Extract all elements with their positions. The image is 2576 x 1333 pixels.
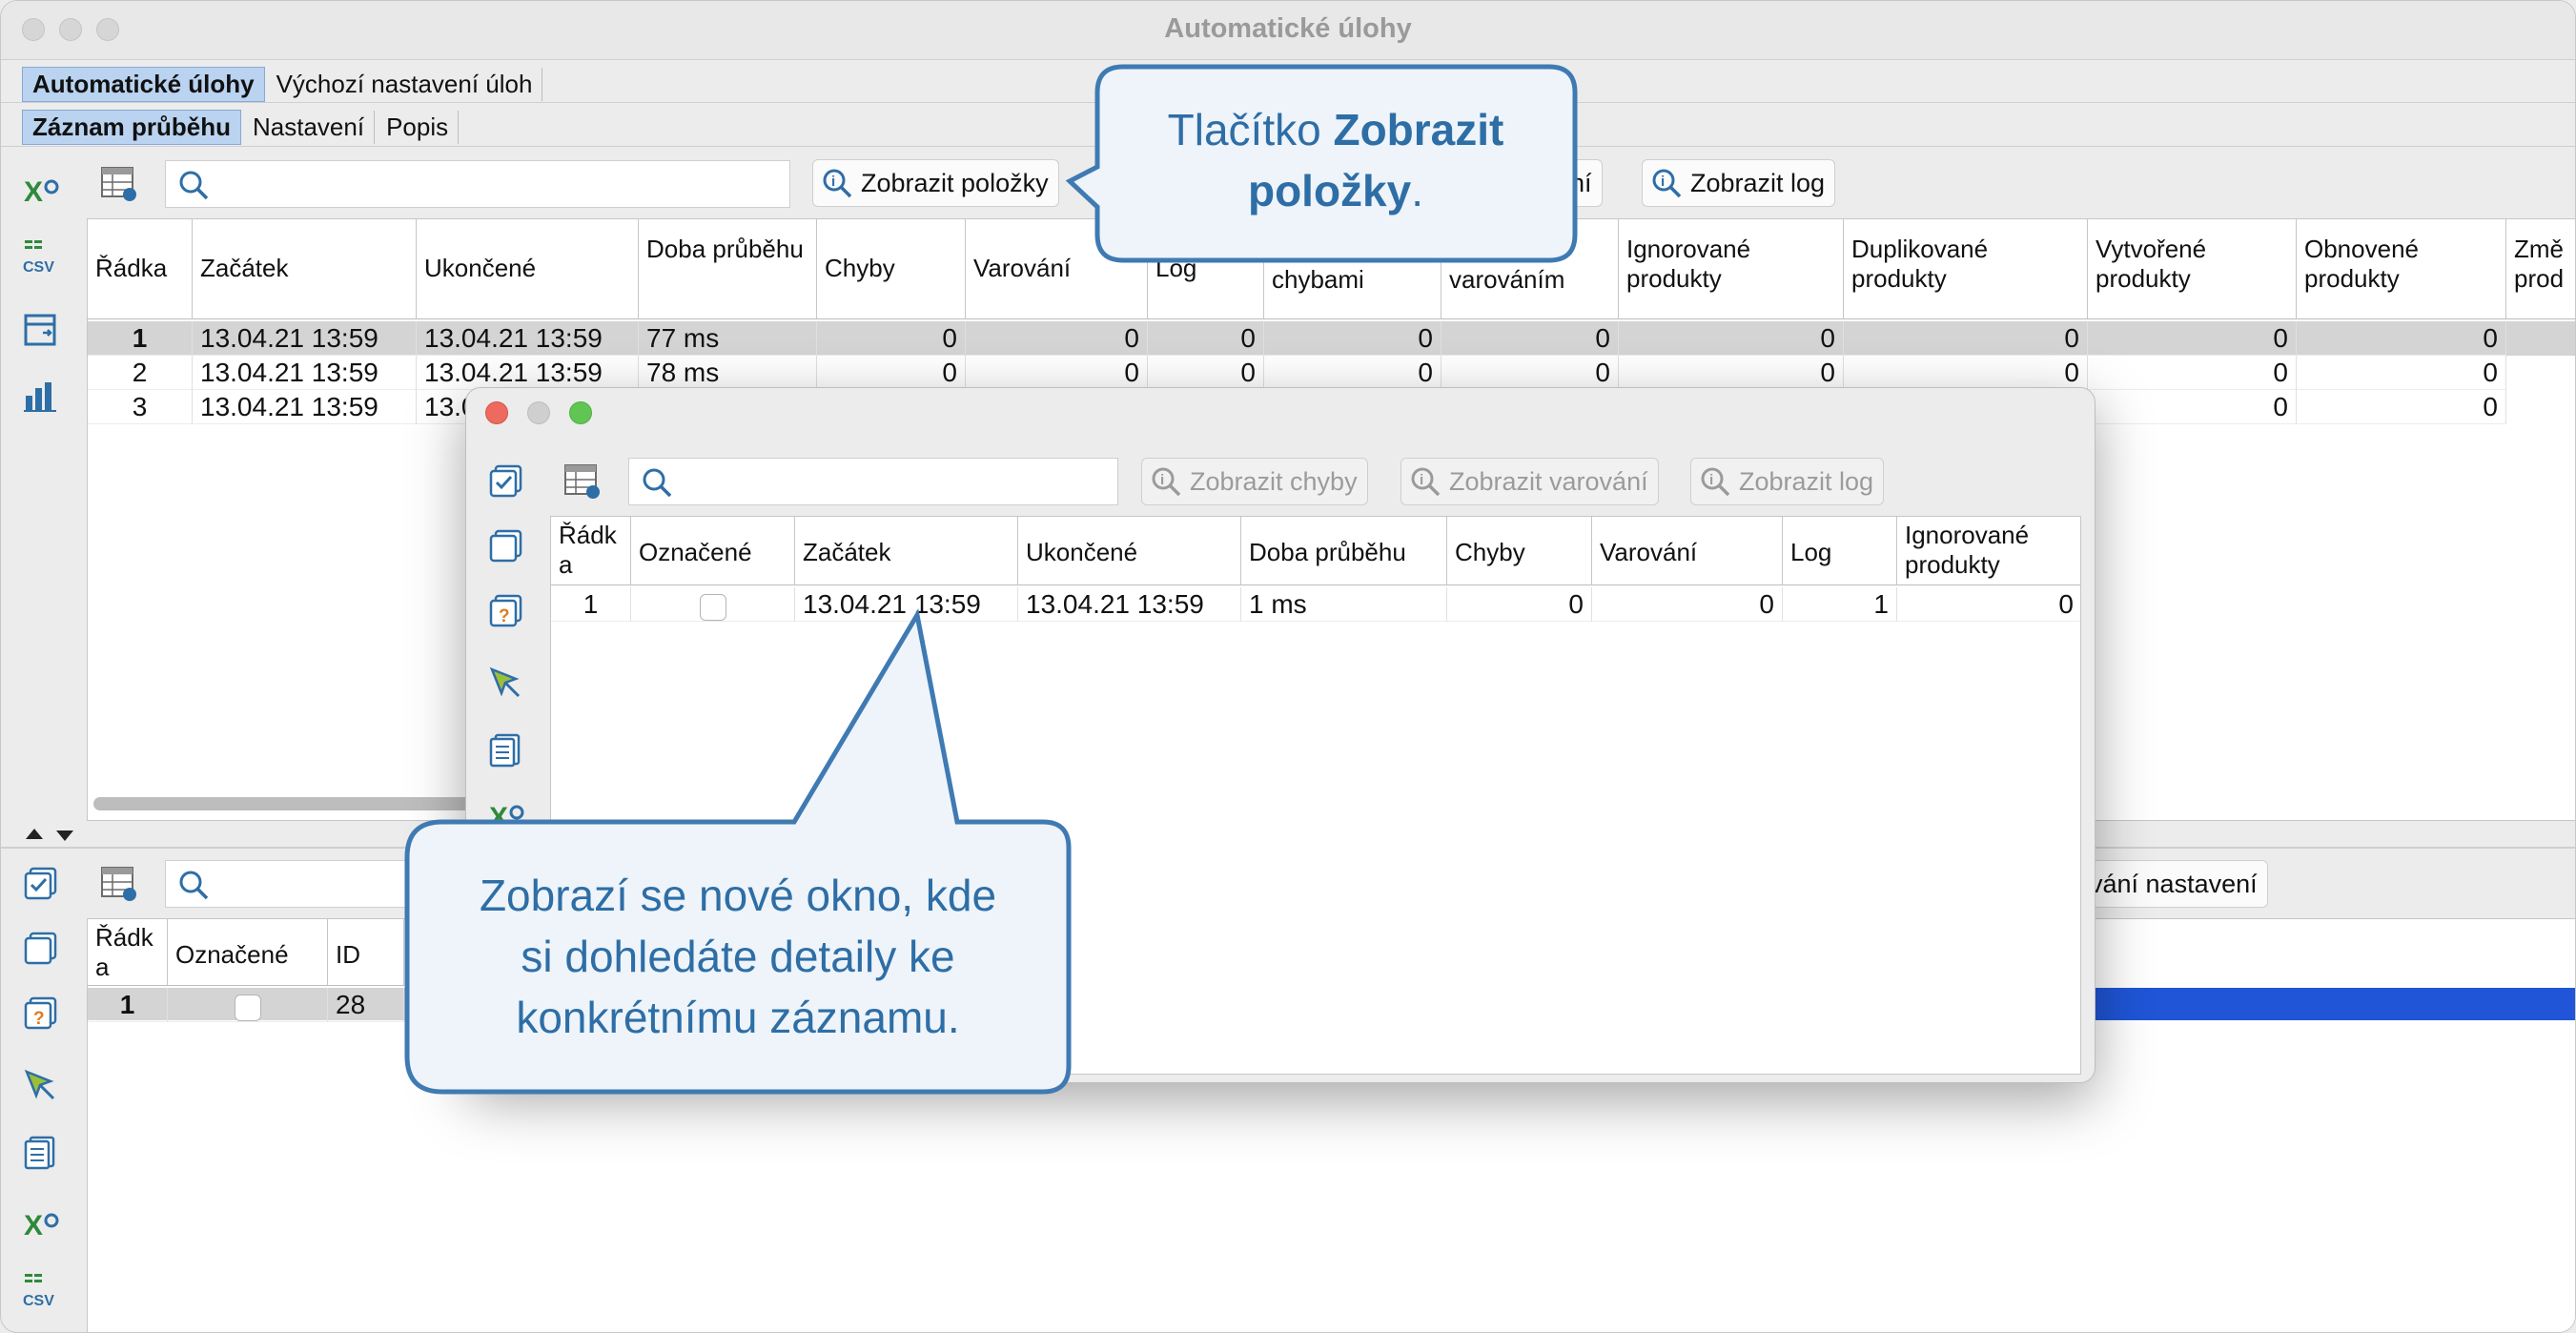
callout-top-prefix: Tlačítko bbox=[1167, 105, 1334, 154]
callout-bottom-line-2: si dohledáte detaily ke bbox=[521, 932, 955, 981]
callout-top-bold-1: Zobrazit bbox=[1333, 105, 1504, 154]
callout-top-suffix: . bbox=[1411, 166, 1424, 215]
callout-bottom-line-1: Zobrazí se nové okno, kde bbox=[479, 871, 997, 920]
callout-top-text: Tlačítko Zobrazit položky. bbox=[1106, 99, 1565, 221]
callout-bottom-text: Zobrazí se nové okno, kde si dohledáte d… bbox=[410, 865, 1066, 1048]
callout-top-bold-2: položky bbox=[1247, 166, 1412, 215]
callout-bottom-line-3: konkrétnímu záznamu. bbox=[516, 993, 960, 1042]
